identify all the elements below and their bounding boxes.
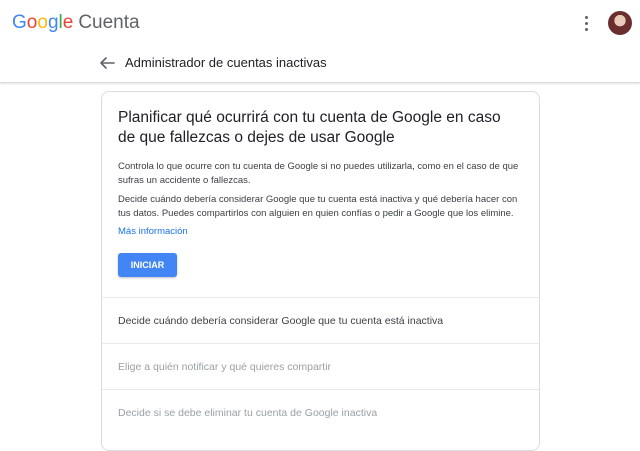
step-item-delete[interactable]: Decide si se debe eliminar tu cuenta de … (102, 389, 539, 435)
product-name: Cuenta (78, 12, 140, 33)
logo-letter: o (26, 12, 38, 33)
logo-letter: e (62, 12, 74, 33)
google-account-logo[interactable]: Google Cuenta (12, 11, 140, 35)
description-paragraph: Controla lo que ocurre con tu cuenta de … (118, 161, 519, 186)
description-paragraph: Decide cuándo debería considerar Google … (118, 194, 518, 219)
more-info-link[interactable]: Más información (118, 225, 188, 239)
avatar[interactable] (608, 11, 632, 35)
inactive-account-card: Planificar qué ocurrirá con tu cuenta de… (101, 91, 540, 451)
logo-letter: o (37, 12, 48, 33)
step-label: Decide cuándo debería considerar Google … (118, 315, 444, 327)
step-label: Elige a quién notificar y qué quieres co… (118, 361, 332, 373)
page-title: Administrador de cuentas inactivas (125, 55, 327, 70)
logo-letter: g (47, 12, 59, 33)
step-item-notify[interactable]: Elige a quién notificar y qué quieres co… (102, 343, 539, 389)
start-button[interactable]: INICIAR (118, 253, 177, 277)
logo-letter: G (12, 12, 27, 33)
card-heading: Planificar qué ocurrirá con tu cuenta de… (118, 109, 501, 146)
step-label: Decide si se debe eliminar tu cuenta de … (118, 407, 378, 419)
arrow-back-icon[interactable] (98, 55, 116, 71)
step-item-inactivity[interactable]: Decide cuándo debería considerar Google … (102, 297, 539, 343)
more-vert-icon[interactable] (578, 13, 594, 33)
top-app-bar: Google Cuenta (0, 0, 640, 46)
